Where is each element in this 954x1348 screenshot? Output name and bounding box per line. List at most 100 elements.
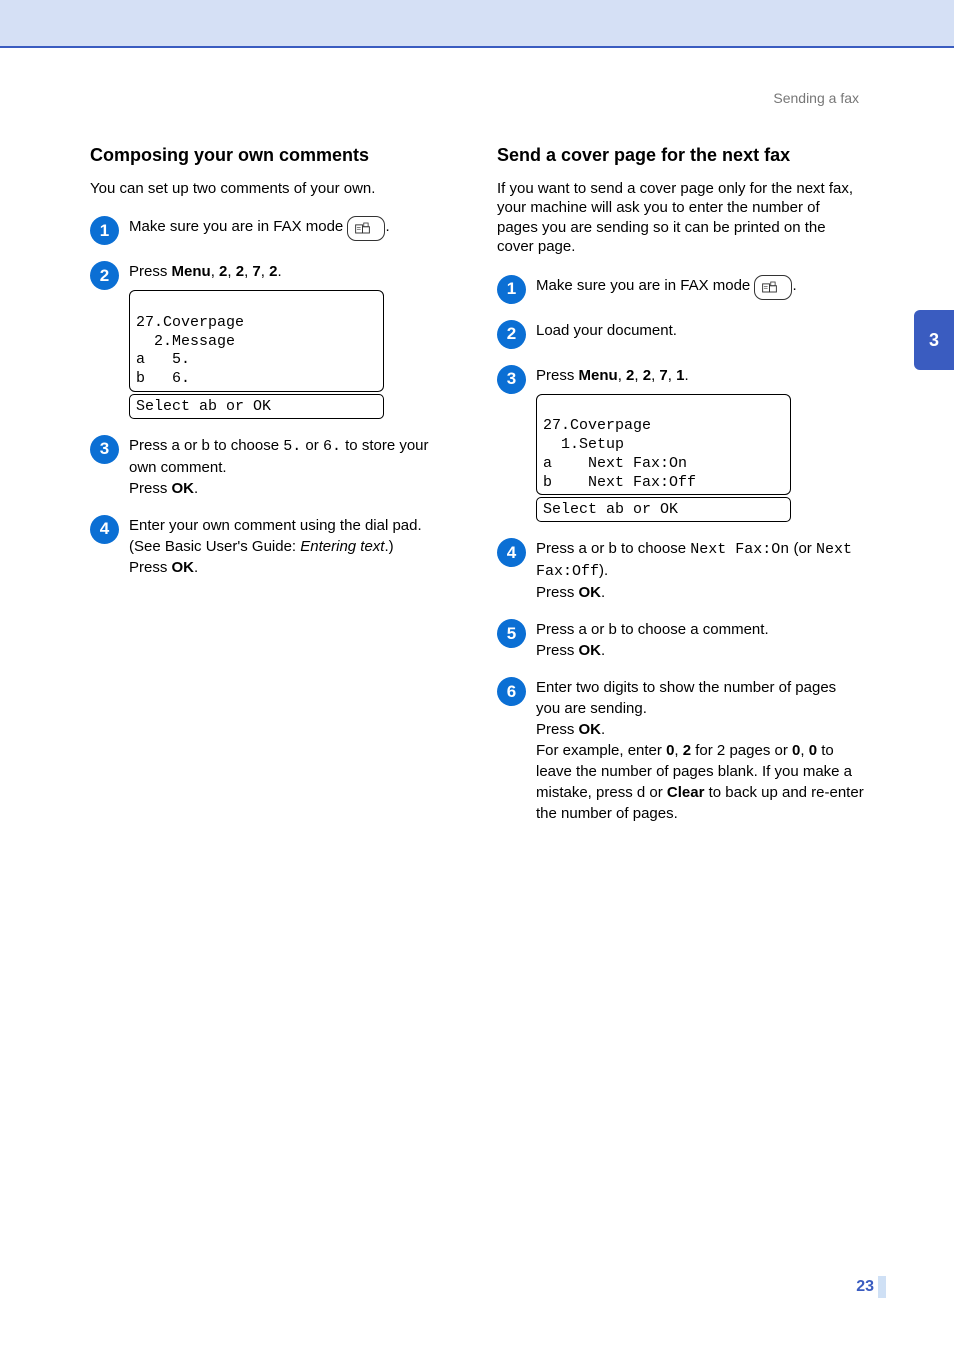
page-number: 23	[856, 1278, 874, 1296]
text: for 2 pages or	[691, 742, 792, 759]
text: (or	[789, 540, 816, 557]
text: Press a or b to choose a comment.	[536, 621, 769, 638]
lcd-prompt: Select ab or OK	[536, 497, 791, 522]
key-digit: 2	[683, 742, 691, 759]
right-step-3: 3 Press Menu, 2, 2, 7, 1. 27.Coverpage 1…	[497, 365, 864, 523]
lcd-line: b Next Fax:Off	[543, 474, 696, 491]
right-step-1: 1 Make sure you are in FAX mode .	[497, 275, 864, 304]
step-number-icon: 4	[497, 538, 526, 567]
chapter-number: 3	[929, 330, 939, 351]
key-digit: 7	[659, 367, 667, 384]
text: ,	[668, 367, 676, 384]
right-step-4: 4 Press a or b to choose Next Fax:On (or…	[497, 538, 864, 603]
option-code: 5.	[283, 438, 301, 455]
text: .)	[384, 538, 393, 555]
text: Enter two digits to show the number of p…	[536, 679, 836, 717]
period: .	[385, 218, 389, 235]
ok-key: OK	[172, 480, 195, 497]
lcd-line: b 6.	[136, 370, 190, 387]
left-column: Composing your own comments You can set …	[90, 145, 457, 840]
option-code: Next Fax:On	[690, 541, 789, 558]
left-step-2: 2 Press Menu, 2, 2, 7, 2. 27.Coverpage 2…	[90, 261, 457, 419]
text: .	[601, 642, 605, 659]
text: Make sure you are in FAX mode	[536, 277, 750, 294]
step-number-icon: 3	[497, 365, 526, 394]
page-header: Sending a fax	[773, 90, 859, 106]
menu-key: Menu	[172, 263, 211, 280]
ok-key: OK	[579, 721, 602, 738]
step-number-icon: 6	[497, 677, 526, 706]
header-rule	[0, 46, 954, 48]
ok-key: OK	[579, 584, 602, 601]
ok-key: OK	[172, 559, 195, 576]
step-number-icon: 2	[497, 320, 526, 349]
text: .	[601, 721, 605, 738]
chapter-tab: 3	[914, 310, 954, 370]
menu-key: Menu	[579, 367, 618, 384]
text: Load your document.	[536, 322, 677, 339]
lcd-display: 27.Coverpage 2.Message a 5. b 6. Select …	[129, 290, 384, 419]
text: .	[194, 559, 198, 576]
text: Press	[129, 263, 172, 280]
text: Press a or b to choose	[536, 540, 690, 557]
left-step-3: 3 Press a or b to choose 5. or 6. to sto…	[90, 435, 457, 499]
text: For example, enter	[536, 742, 666, 759]
right-step-5: 5 Press a or b to choose a comment. Pres…	[497, 619, 864, 661]
header-band	[0, 0, 954, 46]
text: ).	[599, 562, 608, 579]
text: ,	[634, 367, 642, 384]
left-step-4: 4 Enter your own comment using the dial …	[90, 515, 457, 578]
left-step-1: 1 Make sure you are in FAX mode .	[90, 216, 457, 245]
right-step-6: 6 Enter two digits to show the number of…	[497, 677, 864, 824]
text: Press	[129, 559, 172, 576]
step-number-icon: 3	[90, 435, 119, 464]
text: ,	[261, 263, 269, 280]
text: Press	[536, 367, 579, 384]
text: .	[277, 263, 281, 280]
text: Press a or b to choose	[129, 437, 283, 454]
left-intro: You can set up two comments of your own.	[90, 179, 457, 199]
text: Press	[129, 480, 172, 497]
clear-key: Clear	[667, 784, 705, 801]
left-title: Composing your own comments	[90, 145, 457, 167]
lcd-line: 2.Message	[136, 333, 235, 350]
lcd-line: 1.Setup	[543, 436, 624, 453]
text: ,	[211, 263, 219, 280]
text: .	[684, 367, 688, 384]
step-number-icon: 2	[90, 261, 119, 290]
lcd-line: a Next Fax:On	[543, 455, 687, 472]
text: Press	[536, 642, 579, 659]
step-number-icon: 1	[497, 275, 526, 304]
right-column: Send a cover page for the next fax If yo…	[497, 145, 864, 840]
fax-icon	[754, 275, 792, 300]
reference-title: Entering text	[300, 538, 384, 555]
text: or	[301, 437, 323, 454]
lcd-line: 27.Coverpage	[543, 417, 651, 434]
key-digit: 7	[252, 263, 260, 280]
text: .	[194, 480, 198, 497]
text: Press	[536, 584, 579, 601]
step-number-icon: 5	[497, 619, 526, 648]
text: ,	[674, 742, 682, 759]
left-step1-text: Make sure you are in FAX mode	[129, 218, 343, 235]
text: .	[601, 584, 605, 601]
fax-icon	[347, 216, 385, 241]
right-step-2: 2 Load your document.	[497, 320, 864, 349]
key-digit: 2	[236, 263, 244, 280]
lcd-display: 27.Coverpage 1.Setup a Next Fax:On b Nex…	[536, 394, 791, 523]
text: ,	[227, 263, 235, 280]
right-title: Send a cover page for the next fax	[497, 145, 864, 167]
step-number-icon: 4	[90, 515, 119, 544]
page-number-accent	[878, 1276, 886, 1298]
lcd-prompt: Select ab or OK	[129, 394, 384, 419]
text: ,	[800, 742, 808, 759]
period: .	[792, 277, 796, 294]
right-intro: If you want to send a cover page only fo…	[497, 179, 864, 257]
step-number-icon: 1	[90, 216, 119, 245]
text: ,	[618, 367, 626, 384]
key-digit: 0	[809, 742, 817, 759]
option-code: 6.	[323, 438, 341, 455]
lcd-line: 27.Coverpage	[136, 314, 244, 331]
ok-key: OK	[579, 642, 602, 659]
text: Press	[536, 721, 579, 738]
